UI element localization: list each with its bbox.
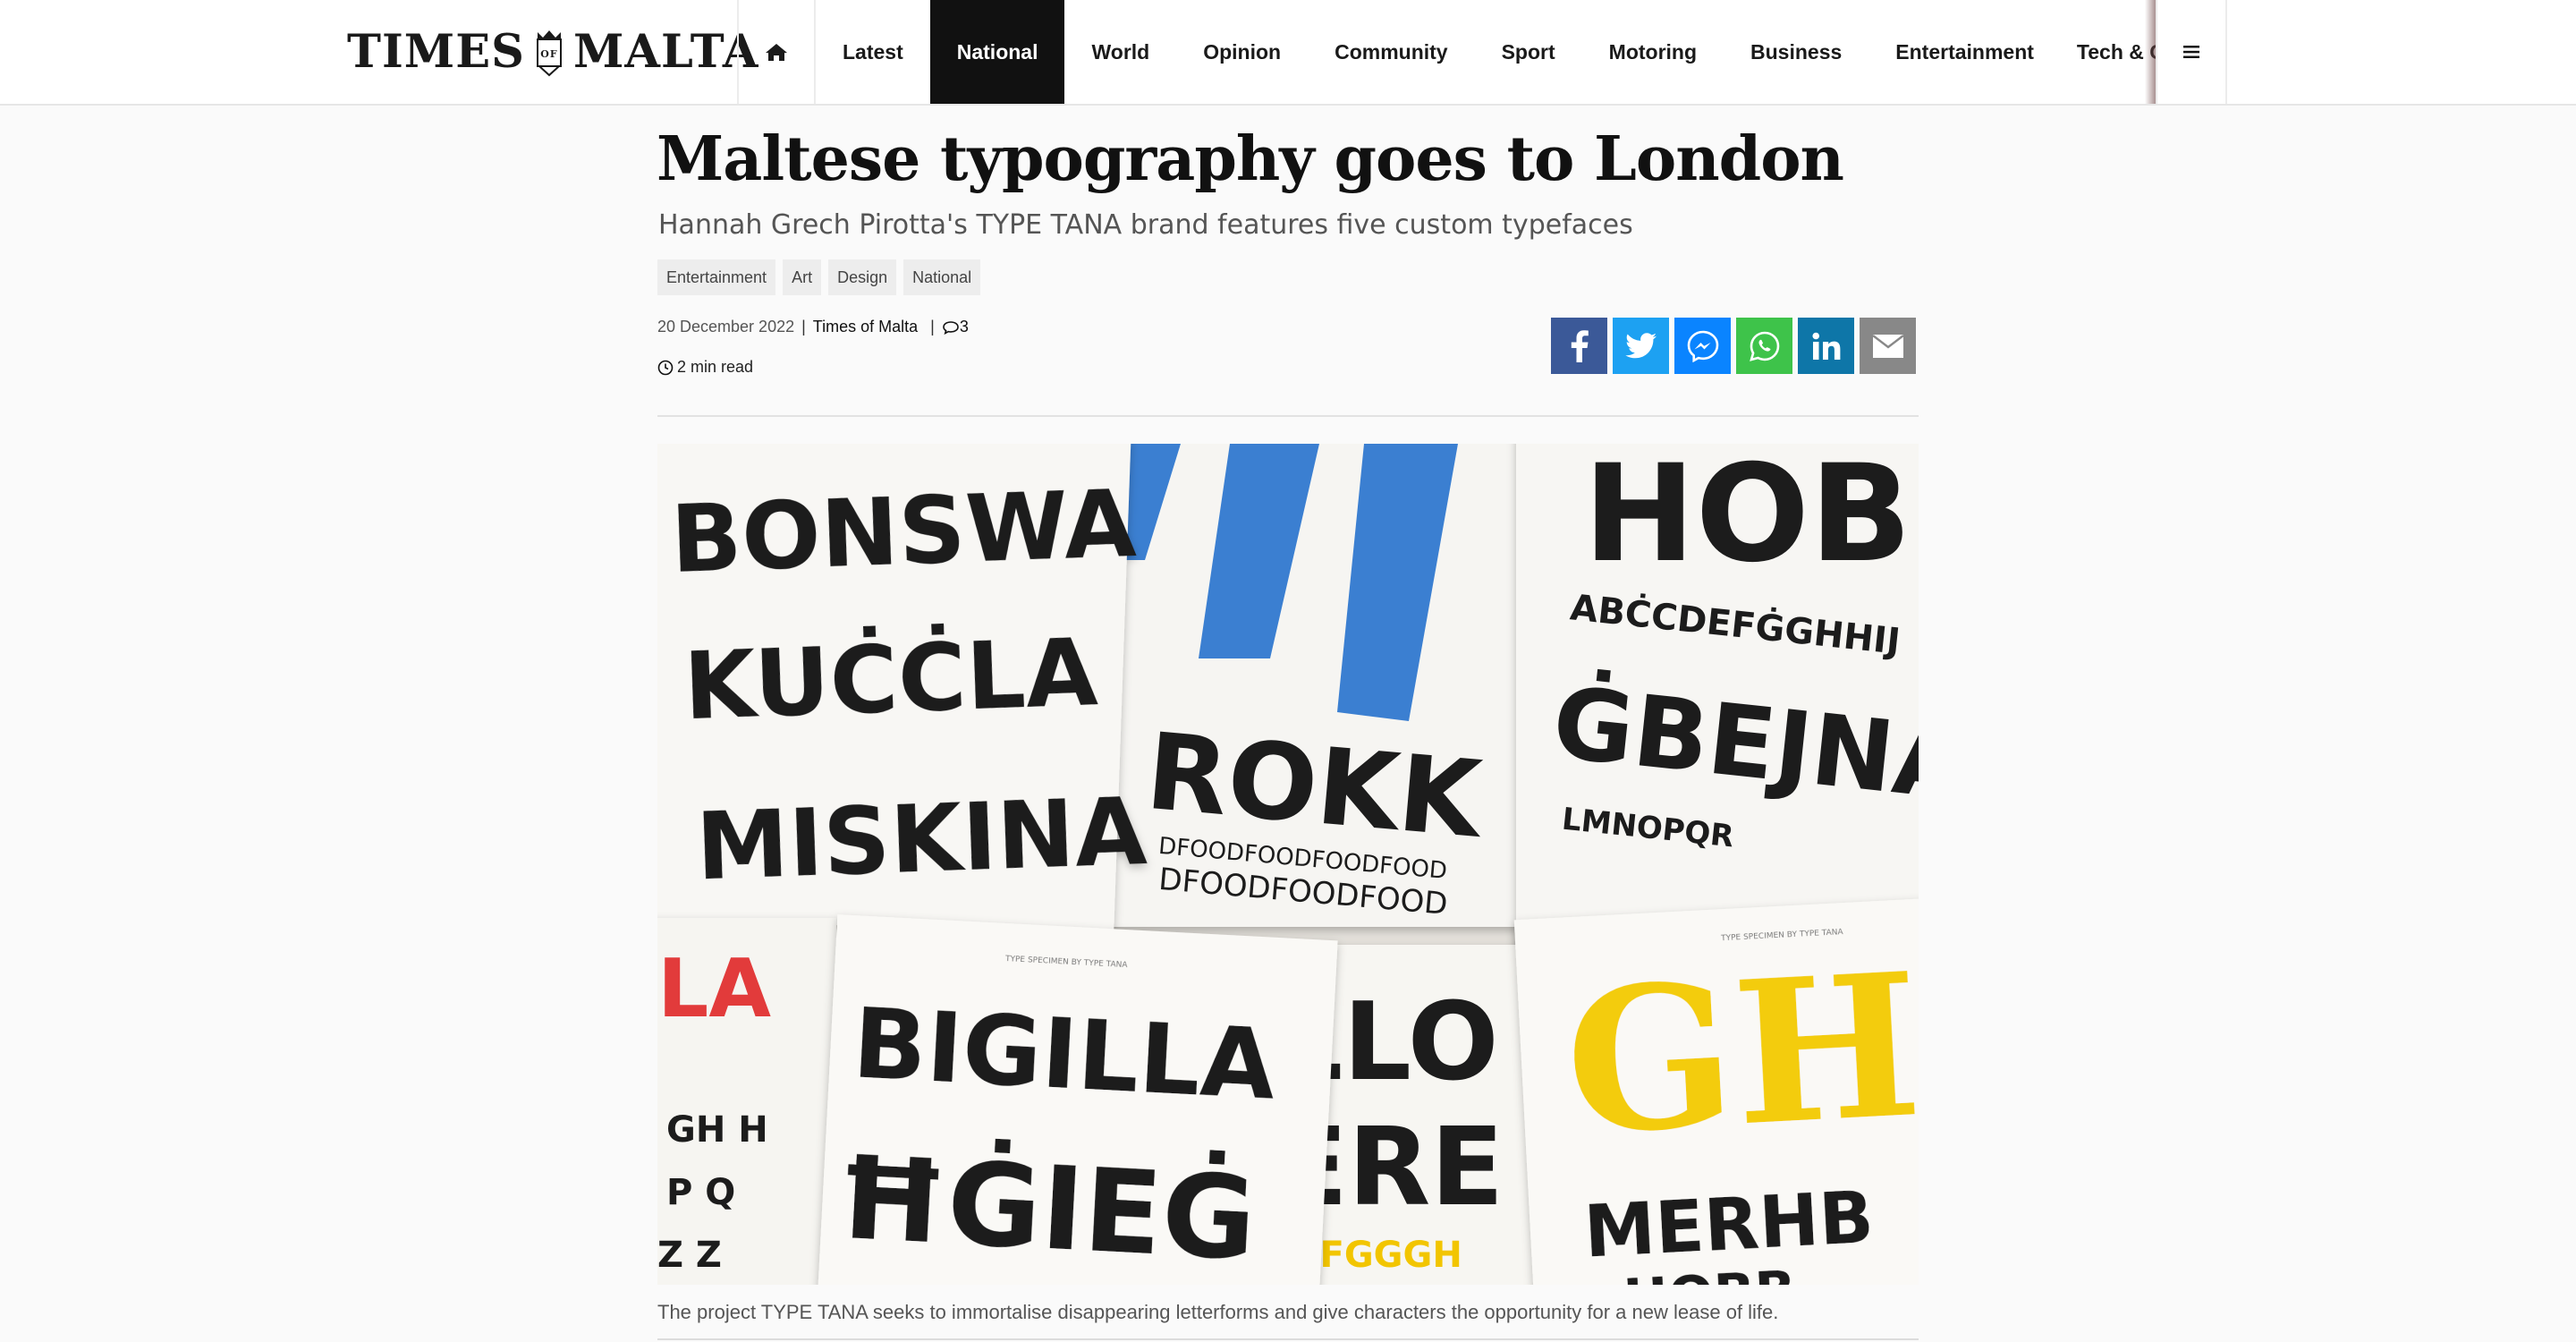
nav-opinion[interactable]: Opinion — [1176, 0, 1308, 104]
nav-world[interactable]: World — [1064, 0, 1176, 104]
logo-text-of: OF — [540, 48, 557, 60]
article-tags: Entertainment Art Design National — [657, 259, 981, 295]
hamburger-menu-button[interactable] — [2156, 0, 2227, 104]
share-twitter-button[interactable] — [1613, 318, 1669, 374]
rokk-card: ROKK DFOODFOODFOODFOOD DFOODFOODFOOD — [1096, 444, 1525, 927]
gh-card: TYPE SPECIMEN BY TYPE TANA GH MERHB HOBB — [1513, 897, 1919, 1285]
left-red-text: LA — [657, 942, 771, 1036]
article-subheadline: Hannah Grech Pirotta's TYPE TANA brand f… — [658, 209, 1633, 241]
bonswa-line-1: BONSWA — [669, 469, 1138, 594]
tag-entertainment[interactable]: Entertainment — [657, 259, 776, 295]
tag-design[interactable]: Design — [828, 259, 897, 295]
bonswa-card: BONSWA KUĊĊLA MISKINA — [657, 444, 1148, 935]
read-time-label: 2 min read — [677, 358, 754, 376]
clock-icon — [657, 360, 674, 375]
share-whatsapp-button[interactable] — [1736, 318, 1792, 374]
logo-text-times: TIMES — [347, 25, 525, 79]
gh-line-1: MERHB — [1582, 1176, 1876, 1274]
comment-icon — [943, 320, 959, 335]
nav-community[interactable]: Community — [1308, 0, 1475, 104]
left-line-3: Z Z — [657, 1235, 722, 1276]
home-icon — [766, 44, 787, 61]
hob-card: HOB ABĊCDEFĠGHHIJ ĠBEJNA LMNOPQR — [1516, 444, 1919, 963]
type-specimen-collage: ROKK DFOODFOODFOODFOOD DFOODFOODFOOD HOB… — [657, 444, 1919, 1285]
facebook-icon — [1571, 329, 1589, 362]
email-icon — [1871, 334, 1904, 358]
comment-count: 3 — [959, 318, 969, 336]
home-button[interactable] — [739, 0, 816, 104]
nav-motoring[interactable]: Motoring — [1582, 0, 1724, 104]
gh-title: GH — [1560, 929, 1919, 1178]
share-bar — [1551, 318, 1916, 374]
bigilla-line-1: BIGILLA — [851, 988, 1279, 1122]
publish-date: 20 December 2022 — [657, 318, 795, 336]
hero-image: ROKK DFOODFOODFOODFOOD DFOODFOODFOOD HOB… — [657, 444, 1919, 1285]
whatsapp-icon — [1749, 331, 1779, 361]
bonswa-line-3: MISKINA — [694, 777, 1148, 902]
left-partial-card: LA GH H P Q Z Z — [657, 918, 836, 1285]
linkedin-icon — [1811, 332, 1840, 360]
image-caption: The project TYPE TANA seeks to immortali… — [657, 1301, 1779, 1323]
hob-title: HOB — [1583, 444, 1911, 592]
share-facebook-button[interactable] — [1551, 318, 1607, 374]
meta-separator: | — [801, 318, 806, 336]
read-time: 2 min read — [657, 358, 753, 377]
bigilla-line-2: ĦĠIEĠ — [833, 1131, 1259, 1285]
twitter-icon — [1624, 332, 1657, 358]
caption-divider — [657, 1338, 1919, 1340]
tag-national[interactable]: National — [903, 259, 981, 295]
bonswa-line-2: KUĊĊLA — [682, 617, 1099, 741]
meta-separator: | — [930, 318, 935, 336]
nav-latest[interactable]: Latest — [816, 0, 930, 104]
bigilla-card: TYPE SPECIMEN BY TYPE TANA BIGILLA ĦĠIEĠ — [817, 914, 1338, 1285]
author-link[interactable]: Times of Malta — [813, 318, 918, 336]
main-menu: Latest National World Opinion Community … — [737, 0, 2161, 104]
share-email-button[interactable] — [1860, 318, 1916, 374]
nav-business[interactable]: Business — [1724, 0, 1868, 104]
nav-sport[interactable]: Sport — [1475, 0, 1582, 104]
messenger-icon — [1687, 330, 1718, 362]
share-linkedin-button[interactable] — [1798, 318, 1854, 374]
nav-scroll-fade — [2145, 0, 2156, 104]
article-meta: 20 December 2022 | Times of Malta | 3 — [657, 318, 969, 336]
nav-entertainment[interactable]: Entertainment — [1868, 0, 2061, 104]
left-line-2: P Q — [666, 1172, 735, 1213]
article-headline: Maltese typography goes to London — [657, 123, 1844, 195]
tag-art[interactable]: Art — [783, 259, 822, 295]
logo-text-malta: MALTA — [572, 25, 759, 79]
hamburger-icon — [2183, 46, 2199, 58]
share-messenger-button[interactable] — [1674, 318, 1731, 374]
left-line-1: GH H — [666, 1109, 768, 1151]
comments-link[interactable]: 3 — [942, 318, 969, 336]
times-of-malta-logo[interactable]: TIMES OF MALTA — [347, 23, 758, 81]
top-navigation: TIMES OF MALTA Latest National World Opi… — [0, 0, 2576, 106]
nav-national[interactable]: National — [929, 0, 1065, 104]
crest-icon: OF — [536, 30, 562, 77]
header-divider — [657, 415, 1919, 417]
